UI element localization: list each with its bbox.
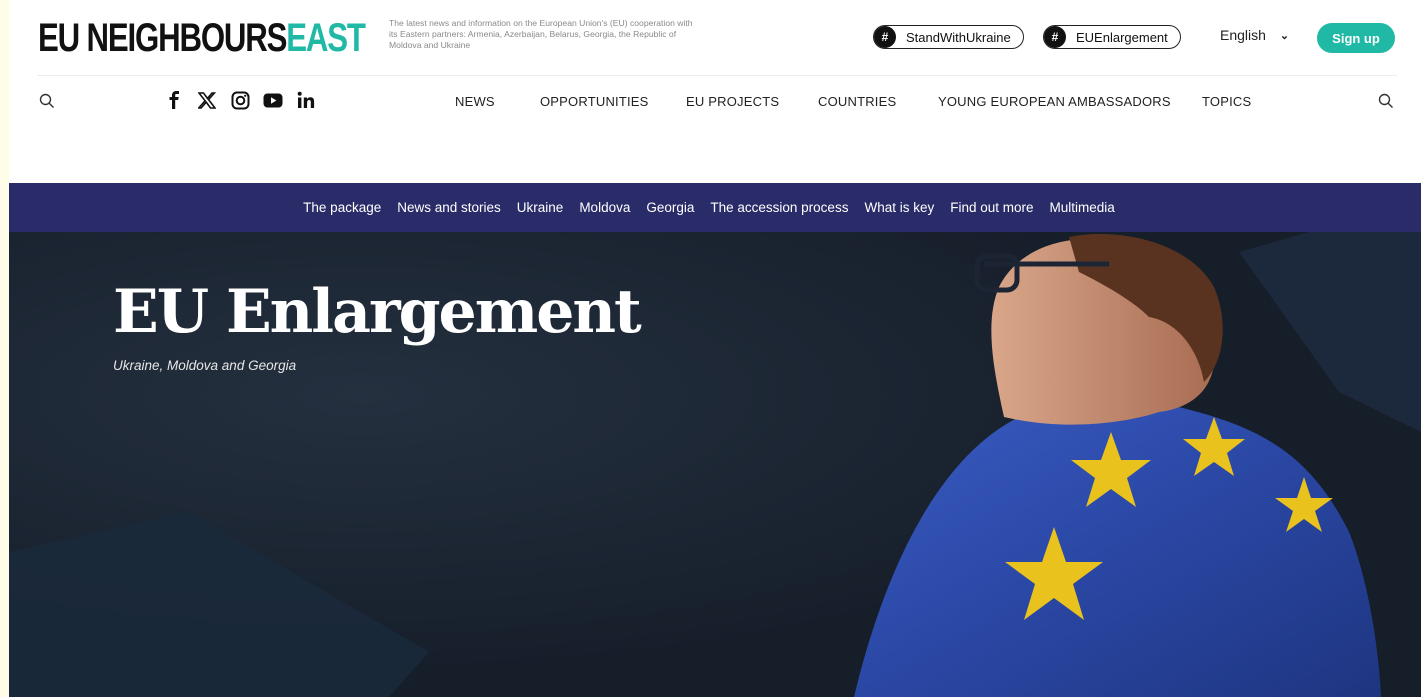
subnav-multimedia[interactable]: Multimedia [1050, 200, 1115, 215]
page: EU NEIGHBOURSEAST The latest news and in… [9, 0, 1421, 697]
hero-title: EU Enlargement [113, 277, 642, 347]
hero-banner: EU Enlargement Ukraine, Moldova and Geor… [9, 232, 1421, 697]
subnav-find-out-more[interactable]: Find out more [950, 200, 1033, 215]
enlargement-subnav: The package News and stories Ukraine Mol… [9, 183, 1421, 232]
subnav-accession-process[interactable]: The accession process [710, 200, 848, 215]
search-icon[interactable] [1378, 93, 1394, 114]
hash-icon: # [874, 26, 896, 48]
hero-subtitle: Ukraine, Moldova and Georgia [113, 358, 297, 373]
subnav-moldova[interactable]: Moldova [579, 200, 630, 215]
subnav-what-is-key[interactable]: What is key [864, 200, 934, 215]
chevron-down-icon: ⌄ [1279, 29, 1290, 42]
subnav-the-package[interactable]: The package [303, 200, 381, 215]
nav-opportunities[interactable]: OPPORTUNITIES [540, 94, 649, 109]
subnav-ukraine[interactable]: Ukraine [517, 200, 564, 215]
logo-text: EU NEIGHBOURS [38, 16, 287, 60]
language-label: English [1220, 27, 1266, 43]
language-selector[interactable]: English ⌄ [1220, 27, 1289, 43]
hashtag-label: EUEnlargement [1076, 29, 1168, 45]
nav-topics[interactable]: TOPICS [1202, 94, 1251, 109]
subnav-georgia[interactable]: Georgia [646, 200, 694, 215]
hashtag-euenlargement[interactable]: # EUEnlargement [1043, 25, 1181, 49]
nav-countries[interactable]: COUNTRIES [818, 94, 896, 109]
subnav-news-and-stories[interactable]: News and stories [397, 200, 501, 215]
nav-eu-projects[interactable]: EU PROJECTS [686, 94, 779, 109]
hash-icon: # [1044, 26, 1066, 48]
hashtag-standwithukraine[interactable]: # StandWithUkraine [873, 25, 1024, 49]
header-divider [37, 75, 1397, 76]
logo-text-accent: EAST [286, 16, 366, 60]
nav-young-european-ambassadors[interactable]: YOUNG EUROPEAN AMBASSADORS [938, 94, 1171, 109]
signup-button[interactable]: Sign up [1317, 23, 1395, 53]
site-tagline: The latest news and information on the E… [389, 18, 693, 50]
hashtag-label: StandWithUkraine [906, 29, 1011, 45]
site-logo[interactable]: EU NEIGHBOURSEAST [38, 16, 366, 60]
nav-news[interactable]: NEWS [455, 94, 495, 109]
main-nav: NEWS OPPORTUNITIES EU PROJECTS COUNTRIES… [9, 94, 1421, 110]
